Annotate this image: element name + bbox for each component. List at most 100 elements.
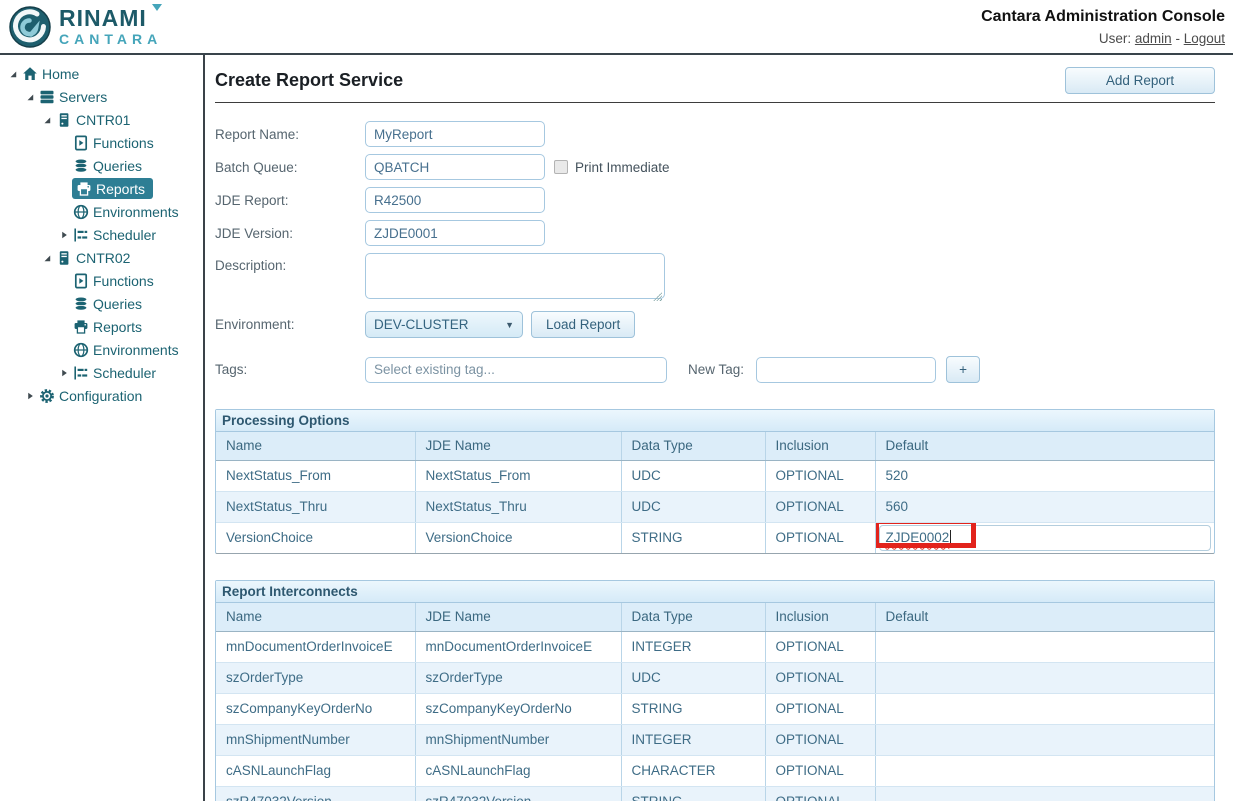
tree-item-label: CNTR02 — [76, 250, 130, 266]
resize-handle-icon[interactable] — [653, 292, 662, 301]
page-title: Create Report Service — [215, 70, 403, 91]
table-row: cASNLaunchFlagcASNLaunchFlagCHARACTEROPT… — [216, 755, 1214, 786]
expand-arrow-icon[interactable] — [56, 230, 72, 240]
column-header-name: Name — [216, 432, 415, 460]
tree-item-label: Functions — [93, 135, 154, 151]
collapse-arrow-icon[interactable] — [5, 69, 21, 79]
table-row: mnDocumentOrderInvoiceEmnDocumentOrderIn… — [216, 631, 1214, 662]
environment-select-value: DEV-CLUSTER — [374, 317, 469, 332]
cell: mnShipmentNumber — [415, 724, 621, 755]
cell: VersionChoice — [216, 522, 415, 553]
cell — [875, 786, 1214, 801]
cell: NextStatus_From — [415, 460, 621, 491]
tree-item-label: Environments — [93, 204, 179, 220]
tree-item-queries[interactable]: Queries — [0, 154, 203, 177]
cell: ZJDE0002 — [875, 522, 1214, 553]
user-separator: - — [1175, 31, 1180, 46]
expand-arrow-icon[interactable] — [22, 391, 38, 401]
cell: 520 — [875, 460, 1214, 491]
main-content: Create Report Service Add Report Report … — [205, 55, 1233, 801]
new-tag-label: New Tag: — [688, 362, 744, 377]
jde-version-input[interactable] — [365, 220, 545, 246]
cell — [875, 755, 1214, 786]
environments-icon — [72, 203, 89, 220]
cell — [875, 662, 1214, 693]
tree-item-configuration[interactable]: Configuration — [0, 384, 203, 407]
tree-item-environments[interactable]: Environments — [0, 338, 203, 361]
jde-report-input[interactable] — [365, 187, 545, 213]
load-report-button[interactable]: Load Report — [531, 311, 635, 338]
brand-logo: RINAMI CANTARA — [8, 5, 162, 49]
sidebar: HomeServersCNTR01FunctionsQueriesReports… — [0, 55, 205, 801]
scheduler-icon — [72, 364, 89, 381]
tree-item-scheduler[interactable]: Scheduler — [0, 223, 203, 246]
report-interconnects-panel: Report Interconnects NameJDE NameData Ty… — [215, 580, 1215, 801]
tree-item-label: Queries — [93, 158, 142, 174]
table-row: szCompanyKeyOrderNoszCompanyKeyOrderNoST… — [216, 693, 1214, 724]
app-header: RINAMI CANTARA Cantara Administration Co… — [0, 0, 1233, 55]
collapse-arrow-icon[interactable] — [39, 115, 55, 125]
cell: mnDocumentOrderInvoiceE — [216, 631, 415, 662]
environment-select[interactable]: DEV-CLUSTER ▼ — [365, 311, 523, 338]
batch-queue-input[interactable] — [365, 154, 545, 180]
tree-item-label: Servers — [59, 89, 107, 105]
configuration-icon — [38, 387, 55, 404]
text-caret — [950, 530, 951, 545]
column-header-inclusion: Inclusion — [765, 603, 875, 631]
collapse-arrow-icon[interactable] — [39, 253, 55, 263]
jde-report-label: JDE Report: — [215, 193, 365, 208]
tree-item-queries[interactable]: Queries — [0, 292, 203, 315]
report-name-input[interactable] — [365, 121, 545, 147]
tree-item-label: Home — [42, 66, 79, 82]
user-label: User: — [1099, 31, 1131, 46]
default-value-input[interactable]: ZJDE0002 — [879, 525, 1212, 551]
environment-label: Environment: — [215, 317, 365, 332]
tree-item-reports[interactable]: Reports — [0, 177, 203, 200]
brand-primary: RINAMI — [59, 7, 162, 30]
column-header-jde-name: JDE Name — [415, 603, 621, 631]
page: RINAMI CANTARA Cantara Administration Co… — [0, 0, 1233, 801]
add-tag-button[interactable]: + — [946, 356, 980, 383]
tree-item-cntr02[interactable]: CNTR02 — [0, 246, 203, 269]
processing-options-table: NameJDE NameData TypeInclusionDefault Ne… — [216, 432, 1214, 553]
tree-item-functions[interactable]: Functions — [0, 131, 203, 154]
table-row: szR47032VersionszR47032VersionSTRINGOPTI… — [216, 786, 1214, 801]
server-icon — [55, 111, 72, 128]
tree-item-functions[interactable]: Functions — [0, 269, 203, 292]
collapse-arrow-icon[interactable] — [22, 92, 38, 102]
logout-link[interactable]: Logout — [1184, 31, 1225, 46]
cell: szR47032Version — [415, 786, 621, 801]
cell: OPTIONAL — [765, 724, 875, 755]
tree-item-scheduler[interactable]: Scheduler — [0, 361, 203, 384]
table-row: mnShipmentNumbermnShipmentNumberINTEGERO… — [216, 724, 1214, 755]
expand-arrow-icon[interactable] — [56, 368, 72, 378]
functions-icon — [72, 134, 89, 151]
column-header-inclusion: Inclusion — [765, 432, 875, 460]
add-report-button[interactable]: Add Report — [1065, 67, 1215, 94]
tree-item-home[interactable]: Home — [0, 62, 203, 85]
cell: OPTIONAL — [765, 522, 875, 553]
cell: NextStatus_From — [216, 460, 415, 491]
column-header-default: Default — [875, 432, 1214, 460]
functions-icon — [72, 272, 89, 289]
cell: INTEGER — [621, 631, 765, 662]
column-header-name: Name — [216, 603, 415, 631]
description-label: Description: — [215, 258, 365, 273]
description-textarea[interactable] — [365, 253, 665, 299]
report-interconnects-title: Report Interconnects — [216, 581, 1214, 603]
new-tag-input[interactable] — [756, 357, 936, 383]
cell: NextStatus_Thru — [415, 491, 621, 522]
tree-item-cntr01[interactable]: CNTR01 — [0, 108, 203, 131]
tree-item-label: Reports — [93, 319, 142, 335]
tree-item-servers[interactable]: Servers — [0, 85, 203, 108]
user-link[interactable]: admin — [1135, 31, 1172, 46]
print-immediate-checkbox[interactable] — [554, 160, 568, 174]
cell: mnDocumentOrderInvoiceE — [415, 631, 621, 662]
tree-item-environments[interactable]: Environments — [0, 200, 203, 223]
tags-input[interactable] — [365, 357, 667, 383]
environments-icon — [72, 341, 89, 358]
tags-label: Tags: — [215, 362, 365, 377]
cell: UDC — [621, 460, 765, 491]
tree-item-reports[interactable]: Reports — [0, 315, 203, 338]
cell: OPTIONAL — [765, 491, 875, 522]
